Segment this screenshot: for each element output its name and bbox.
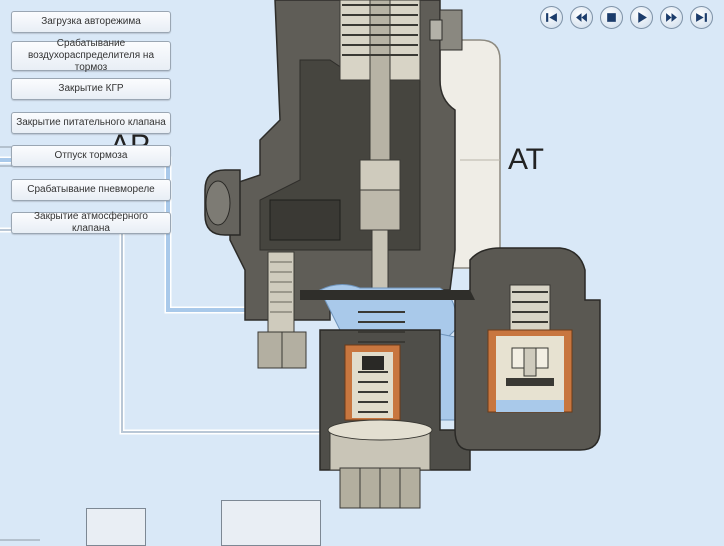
stop-button[interactable] (600, 6, 623, 29)
play-icon (638, 12, 647, 23)
label-at: АТ (508, 143, 544, 176)
diaphragm-plate (300, 290, 475, 300)
bottom-panel-left (86, 508, 146, 546)
left-rails (0, 146, 40, 541)
fast-forward-button[interactable] (660, 6, 683, 29)
menu-button-distributor-brake[interactable]: Срабатывание воздухораспределителя на то… (11, 38, 171, 73)
menu-button-pneumo-relay[interactable]: Срабатывание пневмореле (11, 179, 171, 201)
play-button[interactable] (630, 6, 653, 29)
skip-to-start-button[interactable] (540, 6, 563, 29)
menu-button-atmos-valve-close[interactable]: Закрытие атмосферного клапана (11, 211, 171, 234)
skip-to-end-icon (696, 13, 707, 22)
stop-icon (607, 13, 616, 22)
menu-button-brake-release[interactable]: Отпуск тормоза (11, 145, 171, 167)
rewind-button[interactable] (570, 6, 593, 29)
skip-to-end-button[interactable] (690, 6, 713, 29)
menu-button-autoregime-load[interactable]: Загрузка авторежима (11, 11, 171, 33)
fast-forward-icon (666, 13, 677, 22)
valve-diagram: АР АТ Загрузка авторежима Срабатывание в… (0, 0, 724, 546)
relay-valve (454, 247, 601, 451)
rewind-icon (576, 13, 587, 22)
menu-button-kgr-close[interactable]: Закрытие КГР (11, 78, 171, 100)
valve-body (204, 0, 463, 321)
menu-button-feed-valve-close[interactable]: Закрытие питательного клапана (11, 112, 171, 134)
bottom-panel-right (221, 500, 321, 546)
skip-to-start-icon (546, 13, 557, 22)
